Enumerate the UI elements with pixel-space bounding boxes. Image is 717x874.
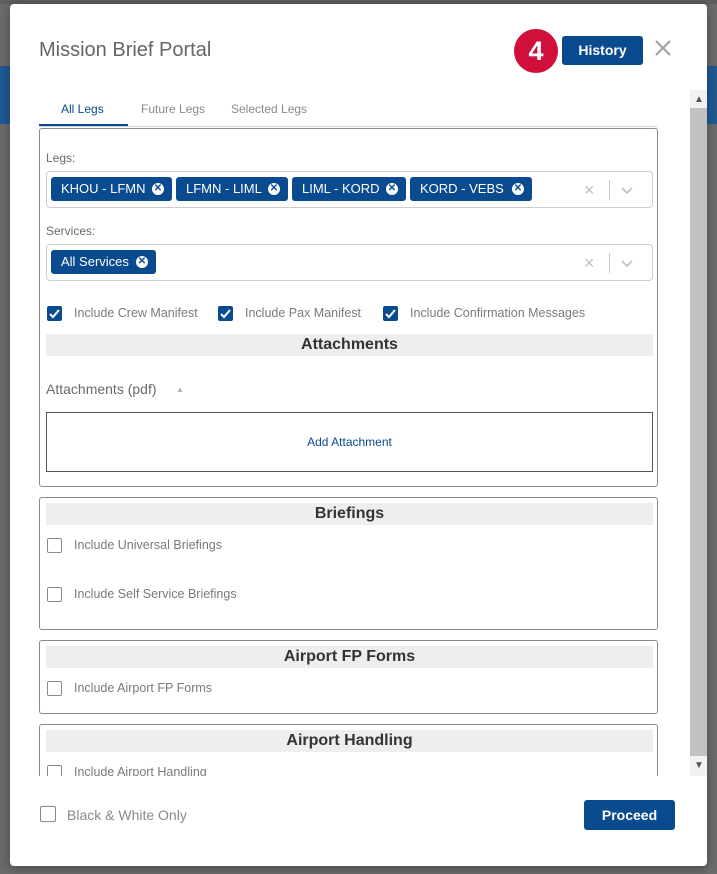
service-chip-label: All Services	[61, 254, 129, 269]
history-button[interactable]: History	[562, 36, 643, 65]
attachments-list-label: Attachments (pdf)	[46, 381, 157, 397]
leg-chip-label: LIML - KORD	[302, 181, 380, 196]
chevron-down-icon[interactable]	[619, 255, 635, 271]
airport-handling-section: Airport Handling Include Airport Handlin…	[39, 724, 658, 776]
tab-all-legs[interactable]: All Legs	[61, 102, 104, 116]
chevron-down-icon[interactable]	[619, 182, 635, 198]
crew-manifest-label: Include Crew Manifest	[74, 306, 198, 320]
remove-chip-icon[interactable]: ✕	[386, 183, 398, 195]
self-service-briefings-checkbox[interactable]	[47, 587, 62, 602]
black-white-checkbox[interactable]	[40, 806, 56, 822]
airport-handling-checkbox[interactable]	[47, 765, 62, 776]
remove-chip-icon[interactable]: ✕	[512, 183, 524, 195]
background-band-left	[0, 66, 10, 124]
airport-fp-forms-section: Airport FP Forms Include Airport FP Form…	[39, 640, 658, 714]
modal-scrollbar[interactable]: ▲ ▼	[690, 90, 707, 776]
briefings-section: Briefings Include Universal Briefings In…	[39, 497, 658, 630]
clear-icon[interactable]: ×	[584, 253, 595, 274]
check-icon	[220, 309, 231, 319]
briefings-header: Briefings	[46, 503, 653, 525]
universal-briefings-label: Include Universal Briefings	[74, 538, 222, 552]
crew-manifest-checkbox[interactable]	[47, 306, 62, 321]
legs-select[interactable]: KHOU - LFMN ✕ LFMN - LIML ✕ LIML - KORD …	[46, 171, 653, 208]
services-select[interactable]: All Services ✕ ×	[46, 244, 653, 281]
airport-handling-header: Airport Handling	[46, 730, 653, 752]
close-icon[interactable]	[653, 38, 673, 58]
airport-fp-forms-label: Include Airport FP Forms	[74, 681, 213, 695]
remove-chip-icon[interactable]: ✕	[136, 256, 148, 268]
mission-brief-modal: Mission Brief Portal 4 History All Legs …	[10, 4, 707, 866]
remove-chip-icon[interactable]: ✕	[268, 183, 280, 195]
airport-handling-label: Include Airport Handling	[74, 765, 207, 776]
tab-selected-legs[interactable]: Selected Legs	[231, 102, 307, 116]
airport-fp-forms-header: Airport FP Forms	[46, 646, 653, 668]
legs-tabs: All Legs Future Legs Selected Legs	[39, 94, 657, 127]
self-service-briefings-label: Include Self Service Briefings	[74, 587, 237, 601]
active-tab-indicator	[39, 124, 128, 126]
add-attachment-button[interactable]: Add Attachment	[46, 412, 653, 472]
tab-future-legs[interactable]: Future Legs	[141, 102, 205, 116]
black-white-label: Black & White Only	[67, 807, 187, 823]
leg-chip-label: KORD - VEBS	[420, 181, 504, 196]
leg-chip-label: KHOU - LFMN	[61, 181, 146, 196]
step-badge: 4	[514, 29, 558, 73]
leg-chip: KHOU - LFMN ✕	[51, 177, 172, 201]
sort-up-icon[interactable]: ▲	[176, 385, 184, 394]
clear-icon[interactable]: ×	[584, 180, 595, 201]
confirmation-messages-checkbox[interactable]	[383, 306, 398, 321]
check-icon	[49, 309, 60, 319]
pax-manifest-label: Include Pax Manifest	[245, 306, 362, 320]
leg-chip: LIML - KORD ✕	[292, 177, 406, 201]
attachments-header: Attachments	[46, 334, 653, 356]
airport-fp-forms-checkbox[interactable]	[47, 681, 62, 696]
pax-manifest-checkbox[interactable]	[218, 306, 233, 321]
modal-scroll-area[interactable]: Legs: KHOU - LFMN ✕ LFMN - LIML ✕ LIML -…	[39, 128, 661, 776]
select-separator	[609, 180, 610, 200]
leg-chip: LFMN - LIML ✕	[176, 177, 288, 201]
services-label: Services:	[46, 224, 96, 238]
service-chip: All Services ✕	[51, 250, 156, 274]
scroll-up-icon[interactable]: ▲	[694, 94, 704, 105]
select-separator	[609, 253, 610, 273]
check-icon	[385, 309, 396, 319]
legs-label: Legs:	[46, 151, 76, 165]
legs-section: Legs: KHOU - LFMN ✕ LFMN - LIML ✕ LIML -…	[39, 128, 658, 487]
modal-title: Mission Brief Portal	[39, 39, 212, 61]
scrollbar-thumb[interactable]	[690, 108, 707, 756]
leg-chip-label: LFMN - LIML	[186, 181, 262, 196]
universal-briefings-checkbox[interactable]	[47, 538, 62, 553]
scroll-down-icon[interactable]: ▼	[694, 760, 704, 771]
leg-chip: KORD - VEBS ✕	[410, 177, 532, 201]
confirmation-messages-label: Include Confirmation Messages	[410, 306, 586, 320]
remove-chip-icon[interactable]: ✕	[152, 183, 164, 195]
proceed-button[interactable]: Proceed	[584, 800, 675, 830]
